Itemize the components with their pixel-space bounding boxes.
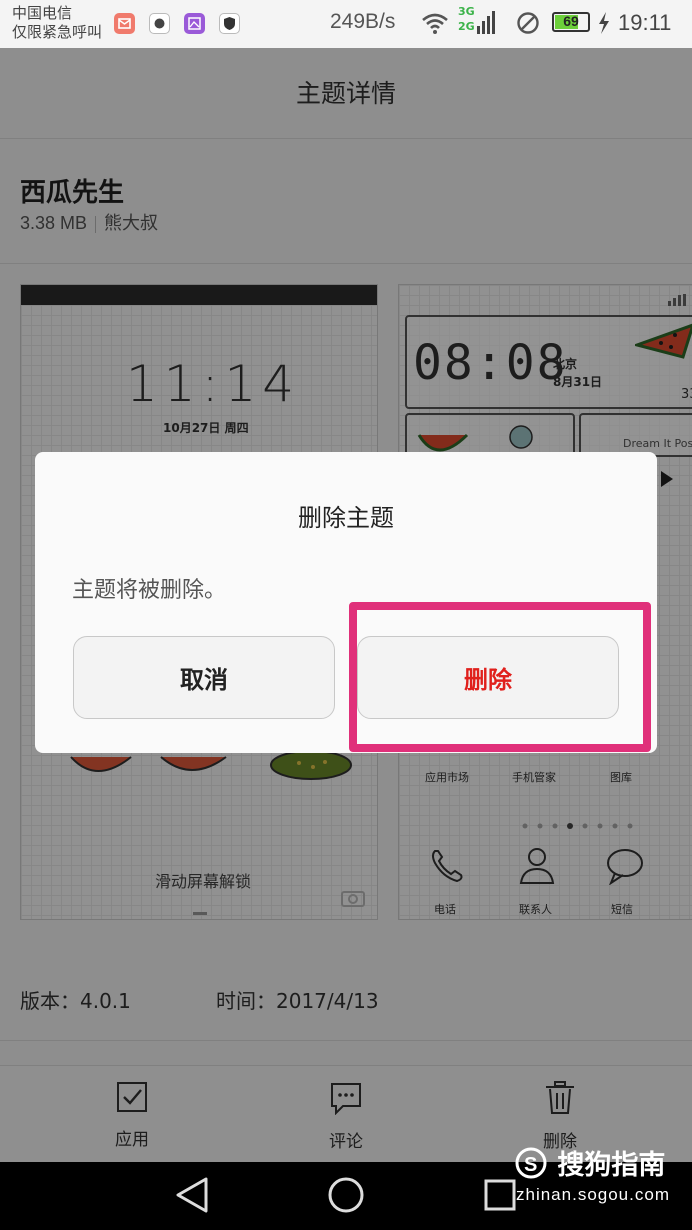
- home-button[interactable]: [327, 1176, 365, 1218]
- dialog-message: 主题将被删除。: [72, 578, 227, 603]
- shield-app-icon: [219, 13, 240, 34]
- watermark-brand: S 搜狗指南: [514, 1143, 665, 1182]
- wifi-icon: [421, 12, 449, 38]
- carrier-info: 中国电信 仅限紧急呼叫: [12, 4, 102, 42]
- svg-text:S: S: [524, 1154, 537, 1176]
- back-icon: [176, 1177, 208, 1213]
- sogou-logo-icon: S: [515, 1147, 547, 1178]
- signal-icon: [476, 8, 498, 40]
- recents-button[interactable]: [484, 1179, 516, 1215]
- highlight-box: [349, 602, 651, 752]
- recents-icon: [484, 1179, 516, 1211]
- back-button[interactable]: [174, 1176, 210, 1218]
- mail-app-icon: [114, 13, 135, 34]
- dialog-title: 删除主题: [298, 504, 394, 532]
- battery-percent: 69: [563, 13, 579, 29]
- gallery-app-icon: [184, 13, 205, 34]
- status-bar: 中国电信 仅限紧急呼叫 249B/s 3G 2G 69 19:11: [0, 0, 692, 48]
- network-type: 3G 2G: [458, 5, 475, 33]
- home-icon: [328, 1177, 364, 1213]
- battery-indicator: 69: [552, 12, 590, 32]
- network-speed: 249B/s: [330, 10, 396, 33]
- charging-icon: [598, 12, 610, 38]
- do-not-disturb-icon: [516, 11, 540, 39]
- cancel-button[interactable]: 取消: [73, 636, 335, 719]
- photo-app-icon: [149, 13, 170, 34]
- carrier-status: 仅限紧急呼叫: [12, 23, 103, 41]
- status-time: 19:11: [618, 10, 672, 35]
- carrier-name: 中国电信: [12, 4, 73, 22]
- watermark-url: zhinan.sogou.com: [516, 1185, 670, 1204]
